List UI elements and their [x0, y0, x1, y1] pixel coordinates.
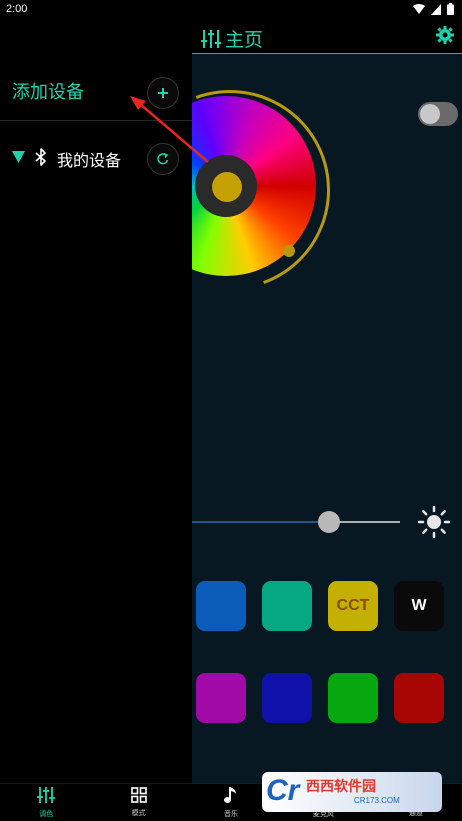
- my-devices-label: 我的设备: [57, 151, 122, 170]
- sliders-icon: [201, 29, 221, 48]
- signal-icon: [431, 3, 441, 15]
- selected-color-dot[interactable]: [212, 172, 242, 202]
- bluetooth-icon: [35, 148, 46, 166]
- status-bar: 2:00: [0, 0, 462, 20]
- sliders-icon: [37, 786, 56, 808]
- gear-icon[interactable]: [436, 26, 454, 44]
- nav-tab-2[interactable]: 模式: [92, 784, 184, 821]
- status-time: 2:00: [6, 3, 28, 15]
- slider-thumb[interactable]: [317, 511, 340, 533]
- watermark-text: 西西软件园: [306, 779, 376, 795]
- add-device-button[interactable]: [147, 77, 179, 109]
- color-swatch-1[interactable]: [196, 581, 246, 631]
- color-swatch-7[interactable]: [328, 673, 378, 723]
- nav-tab-label: 音乐: [224, 810, 239, 818]
- ring-knob[interactable]: [283, 245, 295, 257]
- color-swatch-8[interactable]: [394, 673, 444, 723]
- color-swatch-6[interactable]: [262, 673, 312, 723]
- sun-icon: [418, 506, 450, 538]
- nav-tab-1[interactable]: 调色: [0, 784, 92, 821]
- navigation-drawer: 添加设备 我的设备: [0, 20, 192, 783]
- nav-tab-label: 模式: [131, 809, 146, 817]
- color-swatch-5[interactable]: [196, 673, 246, 723]
- status-icons: [413, 3, 454, 15]
- expand-triangle-icon[interactable]: [12, 151, 25, 163]
- watermark-sub: CR173.COM: [354, 796, 400, 805]
- slider-fill: [190, 521, 329, 523]
- refresh-icon: [157, 152, 169, 165]
- color-swatch-2[interactable]: [262, 581, 312, 631]
- toggle-knob[interactable]: [420, 104, 440, 124]
- watermark: Cr 西西软件园 CR173.COM: [262, 772, 442, 812]
- nav-tab-label: 调色: [39, 810, 54, 818]
- color-swatch-3[interactable]: CCT: [328, 581, 378, 631]
- drawer-divider: [0, 120, 192, 121]
- refresh-devices-button[interactable]: [147, 143, 179, 175]
- music-note-icon: [223, 786, 239, 808]
- grid-icon: [130, 787, 147, 807]
- power-toggle[interactable]: [418, 102, 458, 126]
- color-swatch-4[interactable]: W: [394, 581, 444, 631]
- watermark-logo: Cr: [266, 774, 300, 807]
- page-title: 主页: [225, 29, 264, 51]
- header-title: 主页: [200, 25, 263, 52]
- brightness-slider[interactable]: [190, 521, 400, 523]
- wifi-icon: [413, 4, 425, 14]
- battery-icon: [447, 3, 454, 15]
- add-device-label[interactable]: 添加设备: [12, 78, 84, 104]
- plus-icon: [158, 88, 168, 98]
